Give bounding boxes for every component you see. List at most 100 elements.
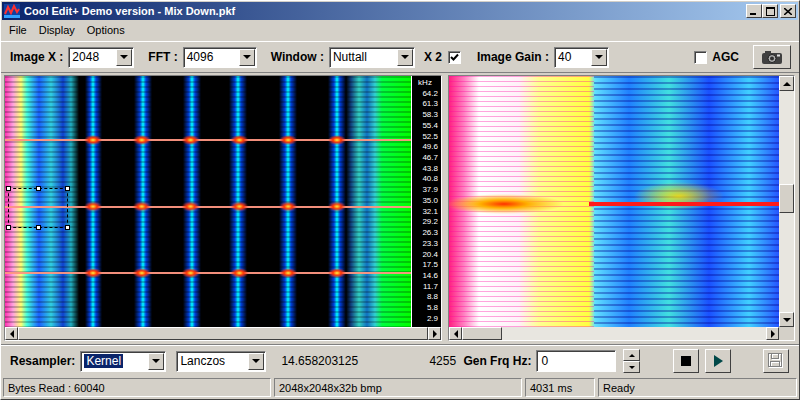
window-dropdown[interactable]: Nuttall (329, 47, 415, 68)
menu-bar: FileDisplayOptions (1, 20, 799, 39)
spectrum-vscroll[interactable] (779, 76, 794, 327)
axis-tick: 8.8 (427, 292, 438, 302)
scroll-thumb[interactable] (779, 184, 794, 213)
up-arrow-icon (783, 82, 791, 86)
main-area: kHz64.261.358.355.452.549.646.743.840.83… (1, 75, 799, 341)
down-arrow-icon (783, 318, 791, 322)
window-label: Window : (271, 50, 324, 64)
axis-tick: 58.3 (422, 110, 438, 120)
agc-checkbox[interactable] (694, 51, 707, 64)
camera-icon (761, 49, 783, 65)
status-panel: Bytes Read : 60040 (3, 378, 271, 397)
spin-up-button[interactable] (623, 349, 640, 361)
scroll-right-button[interactable] (766, 327, 779, 340)
axis-tick: 35.0 (422, 196, 438, 206)
save-button[interactable] (763, 349, 789, 373)
menu-item[interactable]: Options (81, 22, 131, 38)
dropdown-arrow-icon (152, 359, 160, 363)
axis-tick: 40.8 (422, 174, 438, 184)
up-arrow-icon (629, 354, 635, 357)
spectrogram-hscroll[interactable] (5, 327, 441, 340)
axis-tick: 43.8 (422, 164, 438, 174)
minimize-icon (750, 8, 758, 15)
dropdown-arrow-icon (120, 55, 128, 59)
snapshot-button[interactable] (753, 45, 791, 69)
axis-tick: 20.4 (422, 250, 438, 260)
menu-item[interactable]: File (3, 22, 33, 38)
play-icon (713, 355, 723, 367)
stop-icon (681, 356, 691, 366)
scroll-left-button[interactable] (449, 327, 462, 340)
status-panel: 4031 ms (525, 378, 595, 397)
frequency-axis: kHz64.261.358.355.452.549.646.743.840.83… (411, 76, 441, 327)
scroll-right-button[interactable] (428, 327, 441, 340)
scroll-down-button[interactable] (779, 312, 794, 327)
check-icon (450, 53, 459, 62)
maximize-icon (766, 7, 775, 16)
title-bar: Cool Edit+ Demo version - Mix Down.pkf (2, 2, 798, 20)
close-button[interactable] (780, 4, 796, 18)
fft-label: FFT : (148, 50, 177, 64)
resampler-dropdown[interactable]: Kernel (80, 351, 166, 372)
axis-tick: 46.7 (422, 153, 438, 163)
fft-dropdown[interactable]: 4096 (183, 47, 257, 68)
count-readout: 4255 (429, 354, 463, 368)
image-gain-label: Image Gain : (477, 50, 549, 64)
status-panel: Ready (598, 378, 797, 397)
controls-bar: Resampler:KernelLanczos14.6582031254255G… (1, 344, 799, 377)
scroll-up-button[interactable] (779, 76, 794, 91)
scroll-thumb[interactable] (462, 327, 502, 340)
axis-tick: 14.6 (422, 271, 438, 281)
axis-tick: 26.3 (422, 228, 438, 238)
axis-tick: 29.2 (422, 217, 438, 227)
gen-freq-label: Gen Frq Hz: (463, 354, 531, 368)
axis-tick: 55.4 (422, 121, 438, 131)
x2-checkbox[interactable] (448, 51, 461, 64)
spectrogram-panel: kHz64.261.358.355.452.549.646.743.840.83… (4, 75, 442, 341)
agc-label: AGC (712, 50, 739, 64)
axis-tick: 23.3 (422, 239, 438, 249)
harmonic-spots (83, 132, 347, 327)
axis-tick: 49.6 (422, 142, 438, 152)
image-x-dropdown[interactable]: 2048 (68, 47, 134, 68)
right-arrow-icon (433, 330, 437, 338)
toolbar: Image X :2048FFT :4096Window :NuttallX 2… (1, 41, 799, 73)
stop-button[interactable] (673, 349, 699, 373)
axis-tick: 52.5 (422, 132, 438, 142)
window-title: Cool Edit+ Demo version - Mix Down.pkf (24, 5, 235, 17)
scroll-left-button[interactable] (5, 327, 18, 340)
dropdown-arrow-icon (252, 359, 260, 363)
axis-tick: 5.8 (427, 303, 438, 313)
filter-dropdown[interactable]: Lanczos (176, 351, 266, 372)
scroll-thumb[interactable] (18, 327, 428, 340)
spectrum-hscroll[interactable] (449, 327, 779, 340)
axis-tick: 32.1 (422, 207, 438, 217)
ratio-readout: 14.658203125 (281, 354, 429, 368)
gen-freq-input[interactable]: 0 (536, 350, 616, 372)
play-button[interactable] (705, 349, 731, 373)
menu-item[interactable]: Display (33, 22, 81, 38)
spin-down-button[interactable] (623, 361, 640, 373)
spectrum-panel (448, 75, 795, 341)
minimize-button[interactable] (746, 4, 762, 18)
right-arrow-icon (771, 330, 775, 338)
axis-tick: 17.5 (422, 260, 438, 270)
axis-tick: 11.7 (423, 282, 438, 292)
left-arrow-icon (10, 330, 14, 338)
gen-freq-spinner[interactable] (623, 349, 640, 373)
spectrogram-image[interactable] (5, 76, 411, 327)
floppy-icon (768, 353, 784, 369)
dropdown-arrow-icon (243, 55, 251, 59)
maximize-button[interactable] (762, 4, 778, 18)
spectrum-image[interactable] (449, 76, 779, 327)
axis-tick: 61.3 (422, 99, 438, 109)
left-arrow-icon (454, 330, 458, 338)
dropdown-arrow-icon (595, 55, 603, 59)
selection-box[interactable] (8, 188, 68, 228)
close-icon (784, 8, 792, 15)
axis-tick: 2.9 (427, 314, 438, 324)
x2-label: X 2 (424, 50, 442, 64)
image-gain-dropdown[interactable]: 40 (554, 47, 609, 68)
axis-tick: 37.9 (422, 185, 438, 195)
down-arrow-icon (629, 366, 635, 369)
